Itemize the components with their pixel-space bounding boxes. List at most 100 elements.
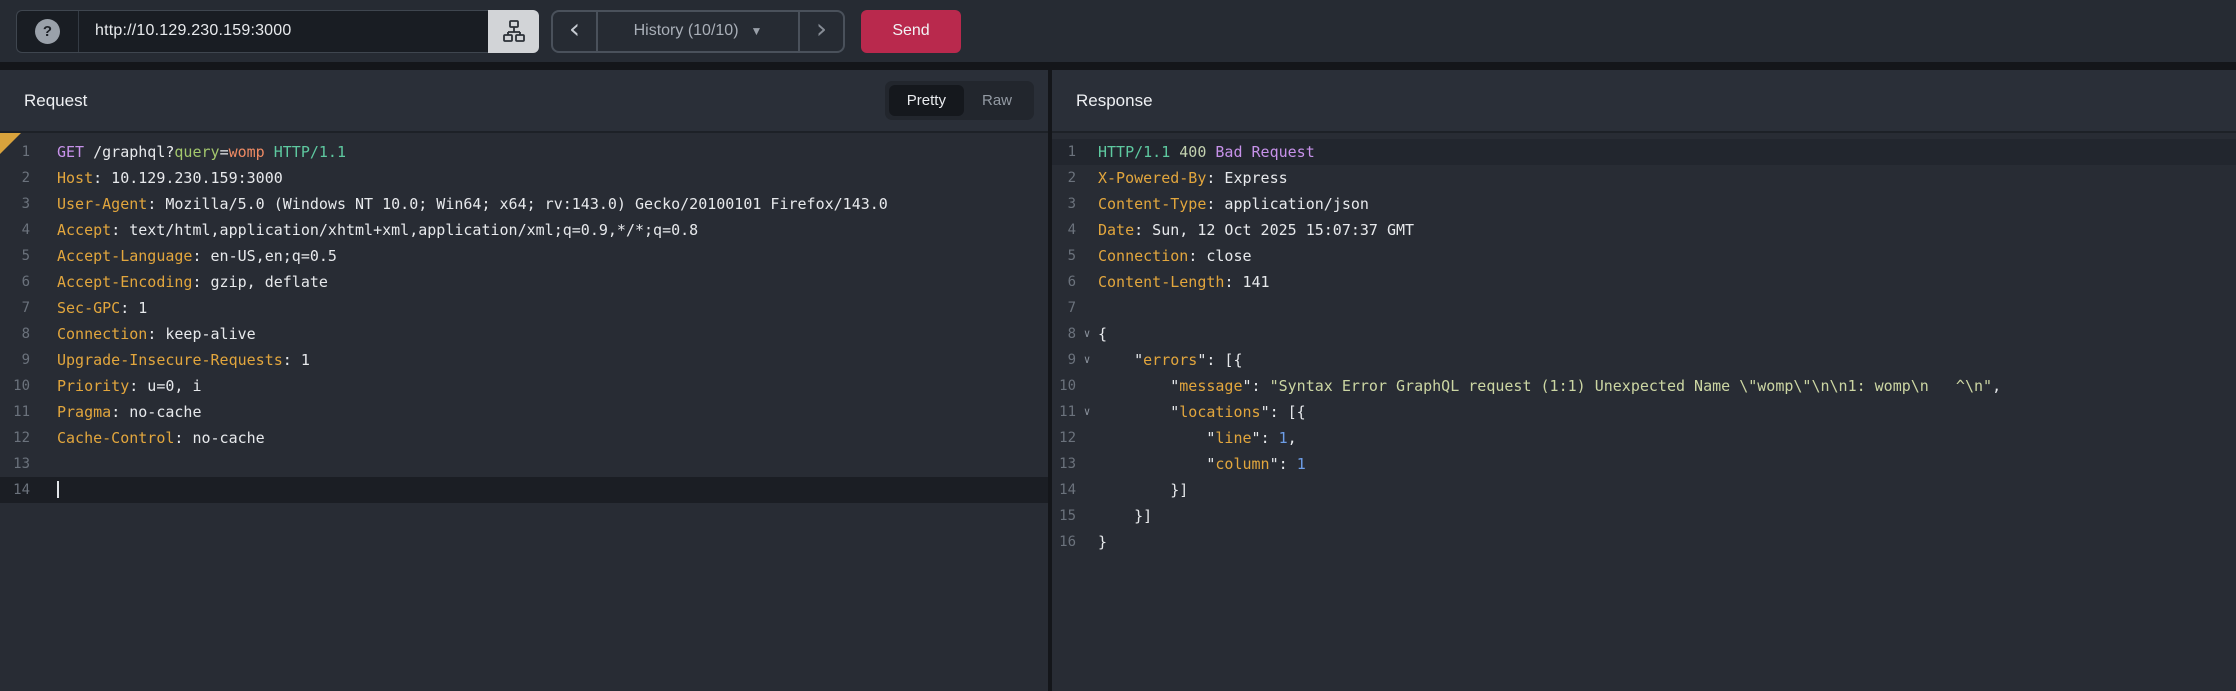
token-hname: X-Powered-By [1098,169,1207,187]
token-number: 1 [1296,455,1306,473]
line-number: 6 [1067,274,1076,290]
token-plain: : 10.129.230.159:3000 [93,169,283,187]
token-key: message [1179,377,1243,395]
code-line: 12 "line": 1, [1052,425,2236,451]
code-line[interactable]: 13 [0,451,1048,477]
token-plain: : 1 [282,351,310,369]
line-content: }] [1098,477,2236,503]
sitemap-button[interactable] [488,9,539,53]
token-punct: " [1251,429,1261,447]
line-content[interactable] [57,451,1048,477]
fold-arrow-icon[interactable]: ∨ [1076,347,1098,373]
line-number: 3 [21,196,30,212]
line-number: 12 [1059,430,1076,446]
token-plain: { [1098,325,1108,343]
line-content: X-Powered-By: Express [1098,165,2236,191]
line-number: 11 [13,404,30,420]
history-next-button[interactable]: › [798,11,843,51]
token-plain: = [219,143,229,161]
tab-pretty[interactable]: Pretty [888,85,964,116]
history-prev-button[interactable]: ‹ [553,11,598,51]
line-content[interactable]: User-Agent: Mozilla/5.0 (Windows NT 10.0… [57,191,1048,217]
code-line[interactable]: 10 Priority: u=0, i [0,373,1048,399]
token-hname: Host [57,169,94,187]
panels: Request Pretty Raw 1 GET /graphql?query=w… [0,70,2236,691]
code-line[interactable]: 4 Accept: text/html,application/xhtml+xml… [0,217,1048,243]
token-version: HTTP/1.1 [1098,143,1171,161]
code-line[interactable]: 2 Host: 10.129.230.159:3000 [0,165,1048,191]
code-line: 7 [1052,295,2236,321]
token-hname: Accept [57,221,112,239]
line-content: "line": 1, [1098,425,2236,451]
help-button[interactable]: ? [17,10,79,52]
code-line[interactable]: 14 [0,477,1048,503]
line-number: 8 [21,326,30,342]
token-punct: " [1170,403,1180,421]
line-number: 14 [1059,482,1076,498]
response-editor[interactable]: 1 HTTP/1.1 400 Bad Request 2 X-Powered-By: … [1052,133,2236,691]
line-content[interactable]: Pragma: no-cache [57,399,1048,425]
code-line[interactable]: 6 Accept-Encoding: gzip, deflate [0,269,1048,295]
line-content[interactable] [57,477,1048,503]
token-plain: , [1992,377,2002,395]
response-panel-header: Response [1052,70,2236,133]
send-button[interactable]: Send [861,9,961,53]
code-line[interactable]: 1 GET /graphql?query=womp HTTP/1.1 [0,139,1048,165]
line-number: 13 [13,456,30,472]
token-plain: : 1 [120,299,148,317]
code-line[interactable]: 7 Sec-GPC: 1 [0,295,1048,321]
response-panel-title: Response [1076,90,1153,110]
toolbar: ? http://10.129.230.159:3000 ‹ History (… [0,0,2236,62]
fold-arrow-icon[interactable]: ∨ [1076,321,1098,347]
url-field[interactable]: ? http://10.129.230.159:3000 [16,9,488,53]
line-number: 2 [1067,170,1076,186]
code-line: 2 X-Powered-By: Express [1052,165,2236,191]
history-dropdown[interactable]: History (10/10) ▼ [598,12,798,51]
app: ? http://10.129.230.159:3000 ‹ History (… [0,0,2236,691]
code-line[interactable]: 12 Cache-Control: no-cache [0,425,1048,451]
fold-arrow-icon[interactable]: ∨ [1076,399,1098,425]
code-line[interactable]: 5 Accept-Language: en-US,en;q=0.5 [0,243,1048,269]
line-content[interactable]: Host: 10.129.230.159:3000 [57,165,1048,191]
token-hname: Upgrade-Insecure-Requests [57,351,283,369]
token-hname: Priority [57,377,130,395]
line-content[interactable]: Accept: text/html,application/xhtml+xml,… [57,217,1048,243]
chevron-right-icon: › [815,12,828,45]
line-number: 5 [21,248,30,264]
token-plain: : gzip, deflate [192,273,328,291]
code-line[interactable]: 9 Upgrade-Insecure-Requests: 1 [0,347,1048,373]
line-content[interactable]: Priority: u=0, i [57,373,1048,399]
request-editor[interactable]: 1 GET /graphql?query=womp HTTP/1.1 2 Host: … [0,133,1048,691]
line-content[interactable]: Connection: keep-alive [57,321,1048,347]
code-line[interactable]: 11 Pragma: no-cache [0,399,1048,425]
line-content[interactable]: Accept-Language: en-US,en;q=0.5 [57,243,1048,269]
line-content[interactable]: Accept-Encoding: gzip, deflate [57,269,1048,295]
token-punct: " [1170,377,1180,395]
code-line: 15 }] [1052,503,2236,529]
url-input[interactable]: http://10.129.230.159:3000 [79,22,291,40]
code-line[interactable]: 3 User-Agent: Mozilla/5.0 (Windows NT 10.… [0,191,1048,217]
line-content[interactable]: GET /graphql?query=womp HTTP/1.1 [57,139,1048,165]
tab-raw[interactable]: Raw [964,85,1030,116]
line-content[interactable]: Sec-GPC: 1 [57,295,1048,321]
token-plain: : [1278,455,1297,473]
line-number: 4 [21,222,30,238]
code-line[interactable]: 8 Connection: keep-alive [0,321,1048,347]
code-line: 10 "message": "Syntax Error GraphQL requ… [1052,373,2236,399]
line-content[interactable]: Upgrade-Insecure-Requests: 1 [57,347,1048,373]
token-number: 1 [1278,429,1288,447]
line-content: "column": 1 [1098,451,2236,477]
line-content[interactable]: Cache-Control: no-cache [57,425,1048,451]
